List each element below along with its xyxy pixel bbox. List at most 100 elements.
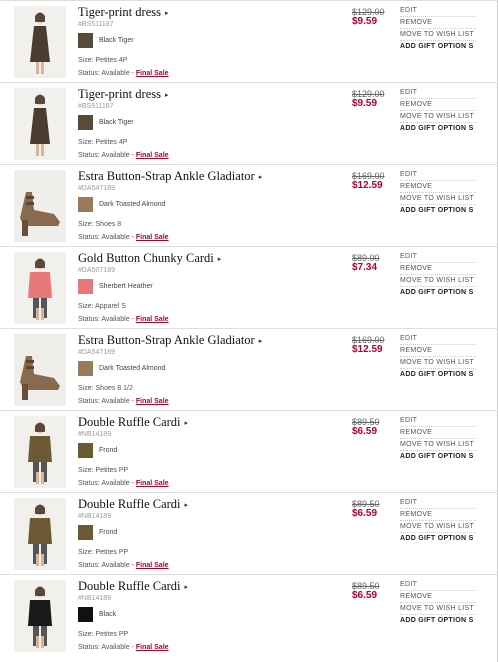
product-size: Size: Petites PP <box>78 467 129 474</box>
item-actions: EDIT REMOVE MOVE TO WISH LIST ADD GIFT O… <box>400 169 476 216</box>
cart-item-row: Estra Button-Strap Ankle Gladiator ▸ #DA5… <box>0 164 498 246</box>
product-size: Size: Petites PP <box>78 631 129 638</box>
product-name-link[interactable]: Estra Button-Strap Ankle Gladiator ▸ <box>78 333 338 348</box>
sale-price: $6.59 <box>352 426 378 437</box>
product-thumbnail[interactable] <box>14 334 66 406</box>
product-size: Size: Shoes 8 <box>78 221 122 228</box>
remove-link[interactable]: REMOVE <box>400 181 476 193</box>
add-gift-options-link[interactable]: ADD GIFT OPTION S <box>400 123 476 134</box>
product-name: Tiger-print dress <box>78 87 161 101</box>
final-sale-link[interactable]: Final Sale <box>136 234 169 241</box>
edit-link[interactable]: EDIT <box>400 87 476 99</box>
sale-price: $9.59 <box>352 98 378 109</box>
remove-link[interactable]: REMOVE <box>400 345 476 357</box>
product-info: Estra Button-Strap Ankle Gladiator ▸ #DA5… <box>78 169 338 212</box>
add-gift-options-link[interactable]: ADD GIFT OPTION S <box>400 369 476 380</box>
color-swatch <box>78 33 93 48</box>
color-line: Black <box>78 607 338 622</box>
product-thumbnail[interactable] <box>14 6 66 78</box>
final-sale-link[interactable]: Final Sale <box>136 644 169 651</box>
product-thumbnail[interactable] <box>14 498 66 570</box>
product-info: Double Ruffle Cardi ▸ #NB14189 Frond <box>78 497 338 540</box>
item-actions: EDIT REMOVE MOVE TO WISH LIST ADD GIFT O… <box>400 87 476 134</box>
edit-link[interactable]: EDIT <box>400 497 476 509</box>
product-name-link[interactable]: Tiger-print dress ▸ <box>78 5 338 20</box>
remove-link[interactable]: REMOVE <box>400 427 476 439</box>
product-thumbnail[interactable] <box>14 580 66 652</box>
product-name-link[interactable]: Tiger-print dress ▸ <box>78 87 338 102</box>
cart-item-row: Double Ruffle Cardi ▸ #NB14189 Frond Size… <box>0 410 498 492</box>
add-gift-options-link[interactable]: ADD GIFT OPTION S <box>400 287 476 298</box>
price-block: $89.50 $6.59 <box>352 581 397 601</box>
edit-link[interactable]: EDIT <box>400 5 476 17</box>
move-to-wish-list-link[interactable]: MOVE TO WISH LIST <box>400 603 476 615</box>
add-gift-options-link[interactable]: ADD GIFT OPTION S <box>400 451 476 462</box>
remove-link[interactable]: REMOVE <box>400 509 476 521</box>
item-actions: EDIT REMOVE MOVE TO WISH LIST ADD GIFT O… <box>400 5 476 52</box>
move-to-wish-list-link[interactable]: MOVE TO WISH LIST <box>400 521 476 533</box>
product-name: Gold Button Chunky Cardi <box>78 251 214 265</box>
final-sale-link[interactable]: Final Sale <box>136 480 169 487</box>
remove-link[interactable]: REMOVE <box>400 17 476 29</box>
product-name-link[interactable]: Double Ruffle Cardi ▸ <box>78 415 338 430</box>
color-swatch <box>78 607 93 622</box>
edit-link[interactable]: EDIT <box>400 579 476 591</box>
final-sale-link[interactable]: Final Sale <box>136 398 169 405</box>
product-sku: #BS511187 <box>78 103 114 110</box>
product-thumbnail[interactable] <box>14 252 66 324</box>
product-thumbnail[interactable] <box>14 416 66 488</box>
add-gift-options-link[interactable]: ADD GIFT OPTION S <box>400 615 476 626</box>
product-sku: #DA547189 <box>78 185 115 192</box>
product-sku: #NB14189 <box>78 431 112 438</box>
move-to-wish-list-link[interactable]: MOVE TO WISH LIST <box>400 29 476 41</box>
product-name: Estra Button-Strap Ankle Gladiator <box>78 333 255 347</box>
arrow-right-icon: ▸ <box>184 419 189 428</box>
product-name-link[interactable]: Double Ruffle Cardi ▸ <box>78 497 338 512</box>
color-line: Black Tiger <box>78 115 338 130</box>
product-name-link[interactable]: Estra Button-Strap Ankle Gladiator ▸ <box>78 169 338 184</box>
color-line: Dark Toasted Almond <box>78 197 338 212</box>
product-status: Status: Available - Final Sale <box>78 152 169 159</box>
remove-link[interactable]: REMOVE <box>400 263 476 275</box>
product-info: Tiger-print dress ▸ #BS511187 Black Tiger <box>78 5 338 48</box>
edit-link[interactable]: EDIT <box>400 251 476 263</box>
color-swatch <box>78 443 93 458</box>
edit-link[interactable]: EDIT <box>400 333 476 345</box>
product-thumbnail[interactable] <box>14 88 66 160</box>
add-gift-options-link[interactable]: ADD GIFT OPTION S <box>400 205 476 216</box>
cart-item-row: Double Ruffle Cardi ▸ #NB14189 Frond Size… <box>0 492 498 574</box>
product-name-link[interactable]: Gold Button Chunky Cardi ▸ <box>78 251 338 266</box>
final-sale-link[interactable]: Final Sale <box>136 316 169 323</box>
price-block: $169.00 $12.59 <box>352 171 397 191</box>
move-to-wish-list-link[interactable]: MOVE TO WISH LIST <box>400 193 476 205</box>
move-to-wish-list-link[interactable]: MOVE TO WISH LIST <box>400 357 476 369</box>
move-to-wish-list-link[interactable]: MOVE TO WISH LIST <box>400 275 476 287</box>
add-gift-options-link[interactable]: ADD GIFT OPTION S <box>400 533 476 544</box>
product-name-link[interactable]: Double Ruffle Cardi ▸ <box>78 579 338 594</box>
product-info: Double Ruffle Cardi ▸ #NB14189 Black <box>78 579 338 622</box>
product-name: Double Ruffle Cardi <box>78 415 181 429</box>
product-thumbnail[interactable] <box>14 170 66 242</box>
product-status: Status: Available - Final Sale <box>78 480 169 487</box>
color-line: Frond <box>78 443 338 458</box>
final-sale-link[interactable]: Final Sale <box>136 152 169 159</box>
arrow-right-icon: ▸ <box>184 501 189 510</box>
product-sku: #NB14189 <box>78 513 112 520</box>
product-status: Status: Available - Final Sale <box>78 398 169 405</box>
sale-price: $7.34 <box>352 262 378 273</box>
price-block: $89.00 $7.34 <box>352 253 397 273</box>
sale-price: $12.59 <box>352 344 383 355</box>
move-to-wish-list-link[interactable]: MOVE TO WISH LIST <box>400 111 476 123</box>
final-sale-link[interactable]: Final Sale <box>136 70 169 77</box>
cart-item-row: Gold Button Chunky Cardi ▸ #DA507189 Sher… <box>0 246 498 328</box>
remove-link[interactable]: REMOVE <box>400 99 476 111</box>
product-status: Status: Available - Final Sale <box>78 316 169 323</box>
edit-link[interactable]: EDIT <box>400 415 476 427</box>
move-to-wish-list-link[interactable]: MOVE TO WISH LIST <box>400 439 476 451</box>
color-name: Black Tiger <box>99 37 134 44</box>
color-name: Frond <box>99 529 118 536</box>
remove-link[interactable]: REMOVE <box>400 591 476 603</box>
edit-link[interactable]: EDIT <box>400 169 476 181</box>
final-sale-link[interactable]: Final Sale <box>136 562 169 569</box>
add-gift-options-link[interactable]: ADD GIFT OPTION S <box>400 41 476 52</box>
